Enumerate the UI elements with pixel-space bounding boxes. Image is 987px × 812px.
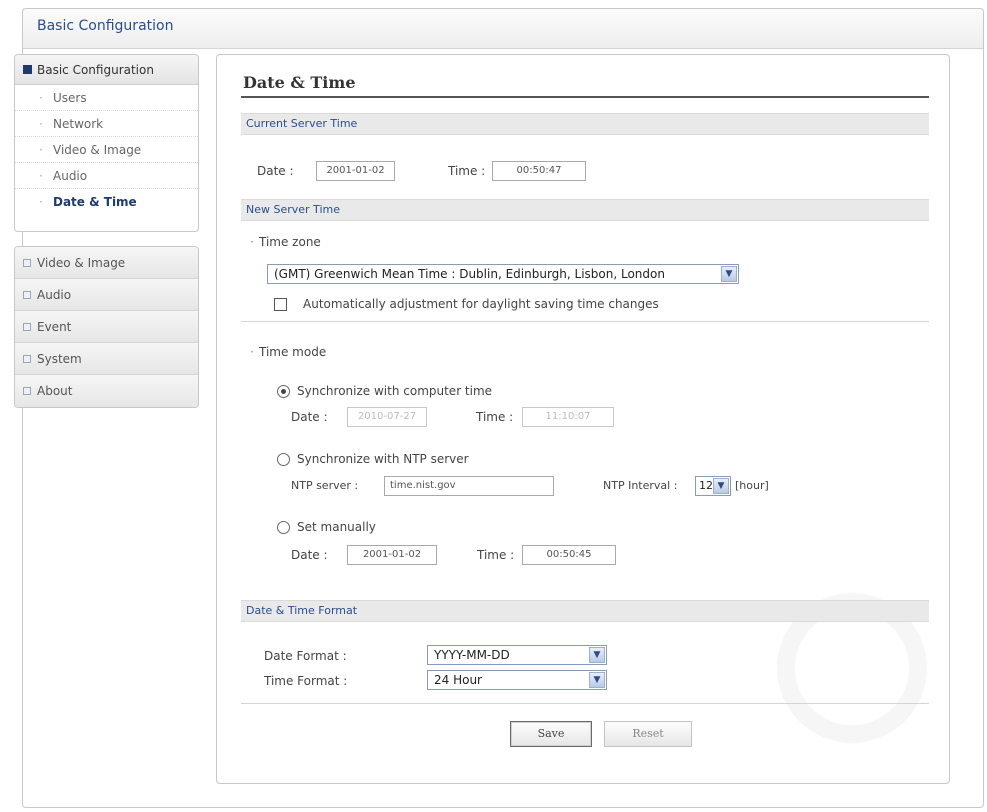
time-format-value: 24 Hour [434,673,482,687]
ntp-interval-value: 12 [699,479,713,492]
chevron-down-icon[interactable]: ▼ [589,647,605,663]
timezone-select-value: (GMT) Greenwich Mean Time : Dublin, Edin… [274,267,665,281]
sync-ntp-label: Synchronize with NTP server [297,452,469,466]
title-divider [241,96,929,98]
sidebar-item-label: Network [53,117,104,131]
sidebar-section-label: Event [37,320,72,334]
sidebar-group-header[interactable]: Basic Configuration [15,55,198,85]
manual-time-input[interactable]: 00:50:45 [522,545,616,565]
sidebar-group-label: Basic Configuration [37,63,154,77]
sidebar-section-system[interactable]: System [15,343,198,375]
section-label: New Server Time [246,203,340,216]
manual-date-label: Date : [291,548,328,562]
page-title: Date & Time [243,73,356,92]
timezone-label: Time zone [259,235,321,249]
radio-sync-computer[interactable] [277,385,290,398]
bullet-icon: · [39,169,43,183]
sidebar-section-label: Audio [37,288,72,302]
section-new-server-time: New Server Time [241,199,929,221]
sidebar-section-label: Video & Image [37,256,126,270]
chevron-down-icon[interactable]: ▼ [713,478,729,494]
current-date-label: Date : [257,164,294,178]
reset-button[interactable]: Reset [604,721,692,747]
square-bullet-icon [23,387,31,395]
ntp-interval-unit: [hour] [735,479,769,492]
sidebar-item-users[interactable]: · Users [15,85,198,111]
dst-checkbox[interactable] [274,298,287,311]
sidebar-section-video-image[interactable]: Video & Image [15,247,198,279]
sidebar-item-audio[interactable]: · Audio [15,163,198,189]
dst-label: Automatically adjustment for daylight sa… [303,297,659,311]
bullet-icon: · [39,195,43,209]
chevron-down-icon[interactable]: ▼ [589,672,605,688]
sync-computer-time-label: Time : [476,410,514,424]
ntp-server-label: NTP server : [291,479,359,492]
bullet-icon: · [250,235,254,249]
radio-sync-ntp[interactable] [277,453,290,466]
bullet-icon: · [39,91,43,105]
section-label: Current Server Time [246,117,358,130]
bullet-icon: · [39,143,43,157]
sidebar-section-label: About [37,384,73,398]
sync-computer-time-field: 11:10:07 [522,407,614,427]
main-panel: Date & Time Current Server Time Date : 2… [216,54,950,784]
time-mode-label: Time mode [259,345,327,359]
sidebar-item-label: Users [53,91,87,105]
sidebar-section-audio[interactable]: Audio [15,279,198,311]
square-bullet-icon [23,355,31,363]
set-manually-label: Set manually [297,520,376,534]
filled-square-icon [23,65,32,74]
sidebar-item-video-image[interactable]: · Video & Image [15,137,198,163]
chevron-down-icon[interactable]: ▼ [721,266,737,282]
radio-set-manually[interactable] [277,521,290,534]
sync-computer-label: Synchronize with computer time [297,384,493,398]
sidebar-group-basic-configuration: Basic Configuration · Users · Network · … [14,54,199,232]
date-format-select[interactable]: YYYY-MM-DD ▼ [427,645,607,665]
current-time-label: Time : [448,164,486,178]
save-button[interactable]: Save [510,721,592,747]
section-label: Date & Time Format [246,604,358,617]
sidebar: Basic Configuration · Users · Network · … [14,54,199,408]
section-divider [241,703,929,704]
sync-computer-date-label: Date : [291,410,328,424]
manual-time-label: Time : [477,548,515,562]
sidebar-section-label: System [37,352,82,366]
timezone-select[interactable]: (GMT) Greenwich Mean Time : Dublin, Edin… [267,264,739,284]
sidebar-item-date-time[interactable]: · Date & Time [15,189,198,215]
current-date-field: 2001-01-02 [316,161,395,181]
sidebar-section-about[interactable]: About [15,375,198,407]
ntp-interval-select[interactable]: 12 ▼ [695,476,731,496]
page-header-title: Basic Configuration [37,18,174,34]
section-current-server-time: Current Server Time [241,113,929,135]
bullet-icon: · [39,117,43,131]
sync-computer-date-field: 2010-07-27 [347,407,427,427]
section-date-time-format: Date & Time Format [241,600,929,622]
header-bar: Basic Configuration [23,9,983,49]
time-format-select[interactable]: 24 Hour ▼ [427,670,607,690]
ntp-interval-label: NTP Interval : [603,479,678,492]
sidebar-item-label: Date & Time [53,195,137,209]
square-bullet-icon [23,291,31,299]
time-format-label: Time Format : [264,674,348,688]
sidebar-section-list: Video & Image Audio Event System About [14,246,199,408]
ntp-server-input[interactable]: time.nist.gov [384,476,554,496]
sidebar-item-label: Audio [53,169,88,183]
date-format-value: YYYY-MM-DD [434,648,510,662]
date-format-label: Date Format : [264,649,347,663]
sidebar-section-event[interactable]: Event [15,311,198,343]
section-divider [241,321,929,322]
current-time-field: 00:50:47 [492,161,586,181]
sidebar-item-network[interactable]: · Network [15,111,198,137]
square-bullet-icon [23,259,31,267]
bullet-icon: · [250,345,254,359]
sidebar-item-label: Video & Image [53,143,142,157]
manual-date-input[interactable]: 2001-01-02 [347,545,437,565]
square-bullet-icon [23,323,31,331]
